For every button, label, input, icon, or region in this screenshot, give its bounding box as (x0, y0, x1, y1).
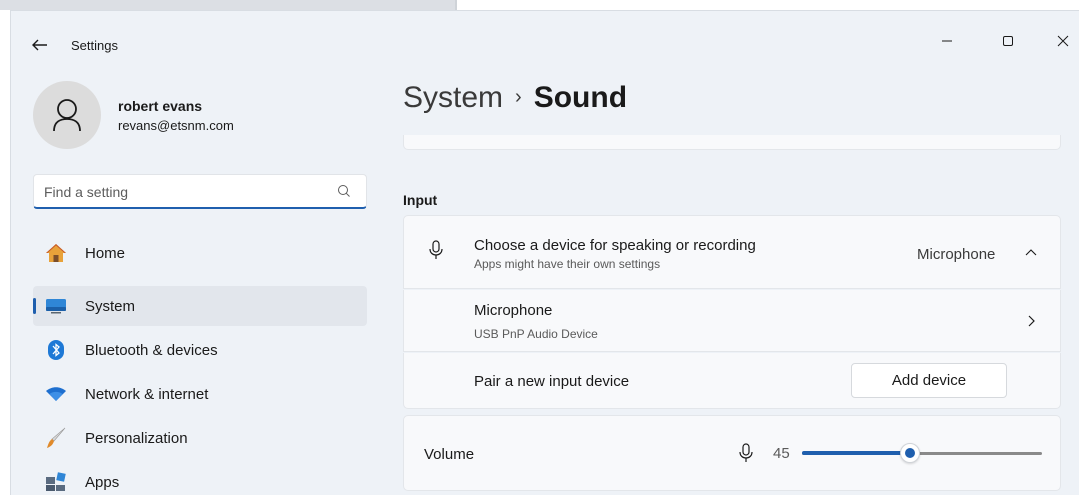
app-title: Settings (71, 38, 118, 53)
brush-icon (45, 427, 67, 449)
apps-icon (45, 471, 67, 493)
pair-device-label: Pair a new input device (474, 373, 630, 390)
chevron-right-icon (1028, 315, 1035, 327)
home-icon (45, 242, 67, 264)
input-section-heading: Input (403, 192, 438, 208)
breadcrumb-separator: › (515, 86, 522, 108)
pair-input-device-row: Pair a new input device Add device (403, 353, 1061, 409)
maximize-icon (1003, 36, 1013, 46)
chevron-up-icon[interactable] (1024, 246, 1038, 260)
sidebar-item-label: Network & internet (85, 386, 209, 403)
user-icon (53, 99, 81, 132)
sidebar-item-label: Personalization (85, 430, 188, 447)
breadcrumb-parent[interactable]: System (403, 81, 503, 114)
volume-label: Volume (424, 446, 475, 463)
microphone-device-row[interactable]: Microphone USB PnP Audio Device (403, 290, 1061, 352)
search-input[interactable] (44, 182, 324, 202)
volume-slider[interactable] (802, 443, 1042, 463)
choose-device-title: Choose a device for speaking or recordin… (474, 237, 756, 254)
close-icon (1057, 35, 1069, 47)
sidebar-item-apps[interactable]: Apps (33, 462, 367, 495)
search-icon (338, 185, 350, 197)
back-arrow-icon (32, 39, 47, 51)
device-title: Microphone (474, 302, 553, 319)
slider-thumb[interactable] (900, 443, 920, 463)
active-indicator (33, 298, 36, 314)
background-strip (0, 0, 1079, 10)
system-icon (45, 295, 67, 317)
minimize-icon (942, 40, 952, 42)
minimize-button[interactable] (927, 25, 967, 57)
add-device-button[interactable]: Add device (851, 363, 1007, 398)
sidebar-item-label: Home (85, 245, 126, 262)
microphone-icon (429, 240, 443, 259)
slider-fill (802, 451, 910, 455)
sidebar-item-personalization[interactable]: Personalization (33, 418, 367, 458)
background-divider (455, 0, 457, 10)
title-bar: Settings (11, 11, 1079, 71)
choose-input-device-row[interactable]: Choose a device for speaking or recordin… (403, 215, 1061, 289)
page-title: Sound (533, 81, 628, 114)
sidebar-item-label: Bluetooth & devices (85, 342, 218, 359)
breadcrumb: System › Sound (403, 81, 627, 115)
sidebar-item-network[interactable]: Network & internet (33, 374, 367, 414)
previous-card-edge (403, 135, 1061, 150)
avatar (33, 81, 101, 149)
maximize-button[interactable] (988, 25, 1028, 57)
sidebar-item-label: Apps (85, 474, 120, 491)
volume-value: 45 (773, 445, 790, 462)
background-window-edge (0, 0, 455, 10)
close-button[interactable] (1043, 25, 1079, 57)
search-box[interactable] (33, 174, 367, 209)
wifi-icon (45, 383, 67, 405)
sidebar-item-label: System (85, 298, 136, 315)
user-name: robert evans (118, 98, 203, 114)
user-profile[interactable]: robert evans revans@etsnm.com (33, 81, 373, 151)
sidebar-item-home[interactable]: Home (33, 233, 367, 273)
back-button[interactable] (29, 36, 51, 54)
device-subtitle: USB PnP Audio Device (474, 327, 598, 341)
input-volume-row: Volume 45 (403, 415, 1061, 491)
selected-device-value: Microphone (917, 246, 996, 263)
bluetooth-icon (45, 339, 67, 361)
settings-window: Settings robert evans revans@etsnm.com F… (10, 10, 1079, 495)
sidebar-item-system[interactable]: System (33, 286, 367, 326)
sidebar-item-bluetooth[interactable]: Bluetooth & devices (33, 330, 367, 370)
user-email: revans@etsnm.com (118, 118, 234, 133)
microphone-mute-toggle-icon[interactable] (738, 443, 754, 463)
choose-device-subtitle: Apps might have their own settings (474, 257, 661, 271)
